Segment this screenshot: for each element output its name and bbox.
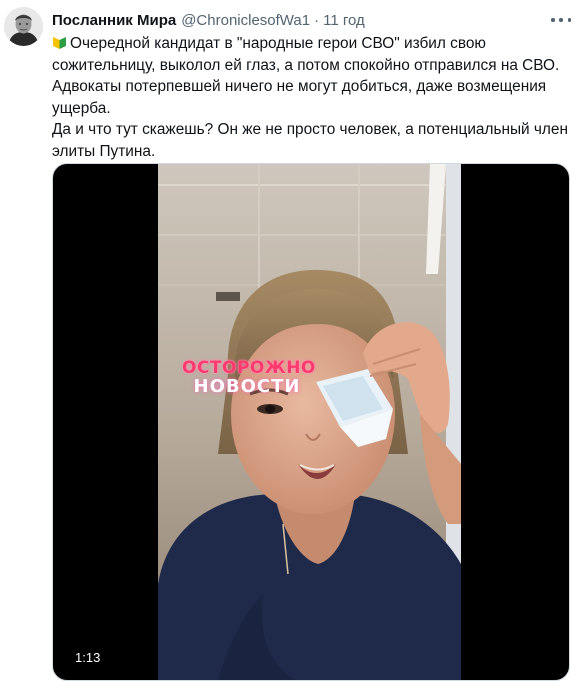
more-options-icon[interactable] bbox=[551, 12, 571, 28]
watermark-bottom-text: НОВОСТИ bbox=[193, 376, 301, 397]
video-duration: 1:13 bbox=[69, 649, 107, 666]
tweet-text-line-1: Очередной кандидат в "народные герои СВО… bbox=[70, 35, 486, 52]
video-player[interactable]: ОСТОРОЖНО НОВОСТИ 1:13 bbox=[52, 163, 570, 681]
tweet-text-line-4: ущерба. bbox=[52, 99, 111, 117]
tweet-header: Посланник Мира @ChroniclesofWa1 · 11 год bbox=[52, 10, 555, 30]
tweet-text-line-3: Адвокаты потерпевшей ничего не могут доб… bbox=[52, 78, 547, 95]
timestamp[interactable]: 11 год bbox=[323, 12, 365, 29]
portrait-avatar-icon bbox=[4, 7, 43, 46]
display-name[interactable]: Посланник Мира bbox=[52, 12, 176, 29]
video-still-image bbox=[158, 164, 461, 680]
tweet-text: Очередной кандидат в "народные герои СВО… bbox=[52, 33, 577, 162]
beginner-badge-icon bbox=[52, 36, 67, 49]
tweet-text-line-6: элиты Путина. bbox=[52, 142, 156, 160]
tweet-text-line-2: сожительницу, выколол ей глаз, а потом с… bbox=[52, 56, 560, 74]
tweet-text-line-5: Да и что тут скажешь? Он же не просто че… bbox=[52, 121, 568, 138]
tweet-text-line: Очередной кандидат в "народные герои СВО… bbox=[52, 33, 577, 55]
tweet[interactable]: Посланник Мира @ChroniclesofWa1 · 11 год… bbox=[0, 0, 585, 688]
separator-dot: · bbox=[314, 11, 320, 29]
video-watermark: ОСТОРОЖНО НОВОСТИ bbox=[182, 358, 316, 397]
watermark-top-text: ОСТОРОЖНО bbox=[182, 358, 316, 378]
avatar[interactable] bbox=[4, 7, 43, 46]
video-frame[interactable]: ОСТОРОЖНО НОВОСТИ bbox=[158, 164, 461, 680]
user-handle[interactable]: @ChroniclesofWa1 bbox=[181, 12, 310, 29]
